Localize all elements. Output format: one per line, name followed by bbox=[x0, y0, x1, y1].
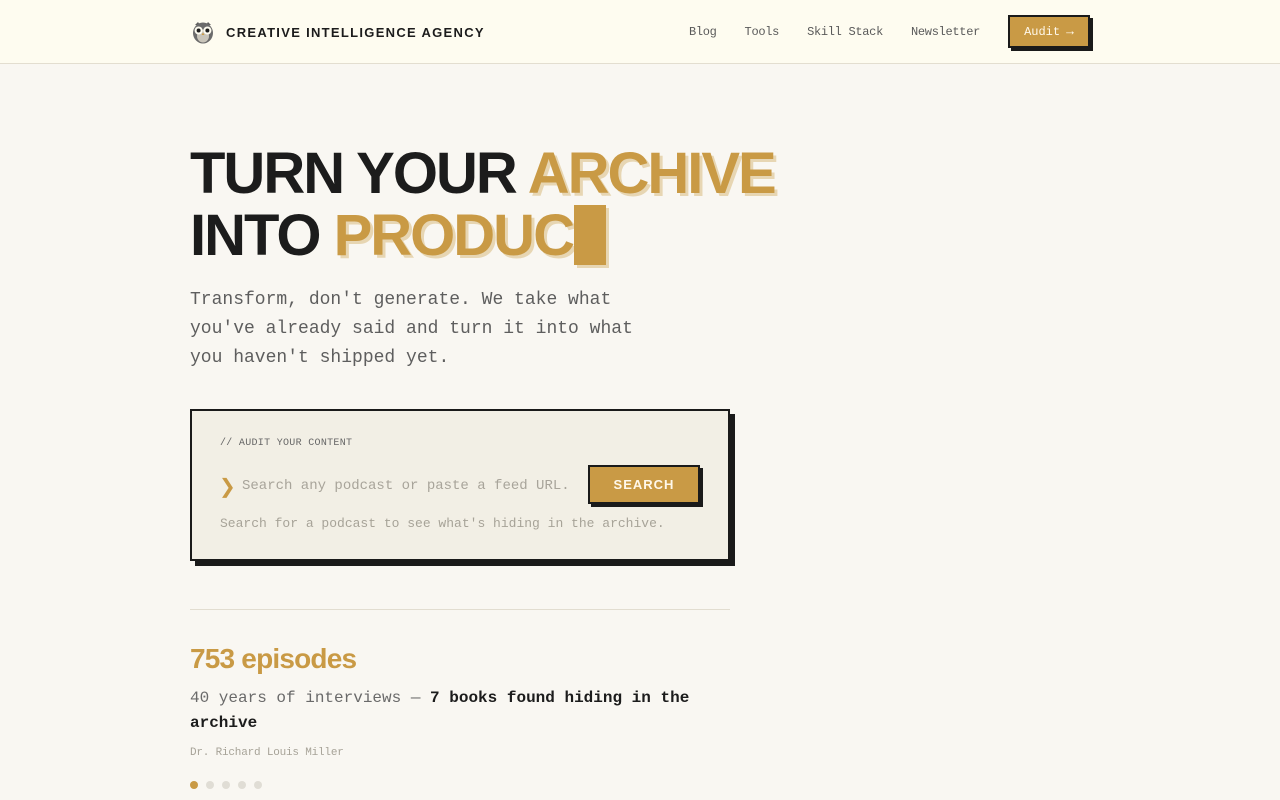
stat-lead: 40 years of interviews — bbox=[190, 689, 431, 707]
nav-link-tools[interactable]: Tools bbox=[745, 25, 780, 39]
slider-dot[interactable] bbox=[206, 781, 214, 789]
arrow-right-icon: → bbox=[1066, 24, 1074, 39]
nav-link-newsletter[interactable]: Newsletter bbox=[911, 25, 980, 39]
main-nav: Blog Tools Skill Stack Newsletter Audit … bbox=[689, 14, 1090, 49]
headline-line2-plain: INTO bbox=[190, 203, 334, 268]
site-header: CREATIVE INTELLIGENCE AGENCY Blog Tools … bbox=[0, 0, 1280, 64]
owl-icon bbox=[193, 22, 213, 44]
audit-nav-button-label: Audit bbox=[1024, 24, 1061, 39]
hero-headline: TURN YOUR ARCHIVE INTO PRODUC bbox=[190, 141, 777, 268]
headline-line1-accent: ARCHIVE bbox=[527, 141, 777, 206]
audit-card: // AUDIT YOUR CONTENT ❯ SEARCH Search fo… bbox=[190, 409, 730, 561]
audit-nav-button[interactable]: Audit → bbox=[1008, 15, 1090, 48]
headline-line1-plain: TURN YOUR bbox=[190, 141, 528, 206]
stat-description: 40 years of interviews — 7 books found h… bbox=[190, 686, 730, 736]
headline-line2-accent: PRODUC bbox=[333, 203, 575, 268]
stat-episode-count: 753 episodes bbox=[190, 643, 357, 674]
slider-dot[interactable] bbox=[190, 781, 198, 789]
slider-dots bbox=[190, 781, 270, 789]
search-button[interactable]: SEARCH bbox=[588, 465, 700, 504]
slider-dot[interactable] bbox=[238, 781, 246, 789]
hero-subtitle: Transform, don't generate. We take what … bbox=[190, 290, 633, 368]
prompt-chevron-icon: ❯ bbox=[219, 474, 236, 498]
slider-dot[interactable] bbox=[254, 781, 262, 789]
typing-cursor bbox=[573, 205, 606, 265]
audit-kicker: // AUDIT YOUR CONTENT bbox=[220, 438, 353, 449]
podcast-search-input[interactable] bbox=[242, 473, 572, 499]
slider-dot[interactable] bbox=[222, 781, 230, 789]
stat-author: Dr. Richard Louis Miller bbox=[190, 747, 344, 759]
nav-link-blog[interactable]: Blog bbox=[689, 25, 717, 39]
brand-logo[interactable]: CREATIVE INTELLIGENCE AGENCY bbox=[190, 19, 485, 45]
nav-link-skill-stack[interactable]: Skill Stack bbox=[807, 25, 883, 39]
audit-hint: Search for a podcast to see what's hidin… bbox=[220, 516, 665, 531]
section-divider bbox=[190, 609, 730, 610]
brand-name: CREATIVE INTELLIGENCE AGENCY bbox=[226, 24, 485, 40]
